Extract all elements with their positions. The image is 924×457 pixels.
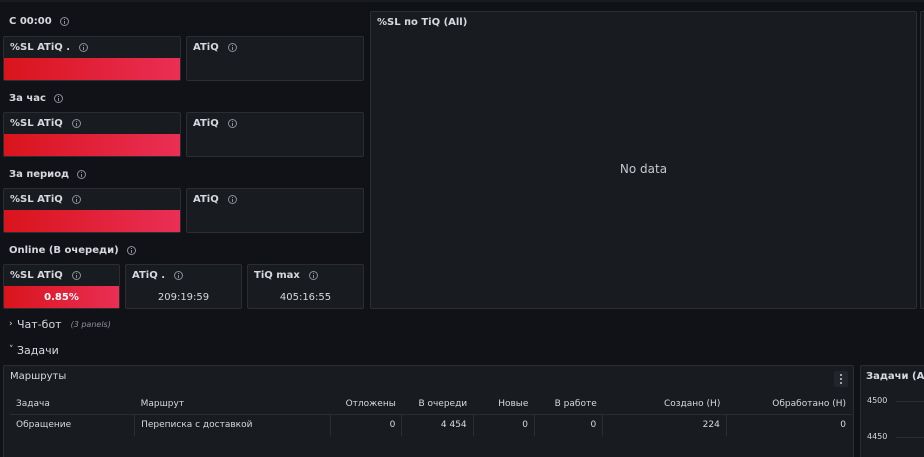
info-icon[interactable]: [79, 43, 89, 52]
panel-title: ATiQ: [193, 118, 237, 129]
info-icon[interactable]: [71, 195, 81, 204]
info-icon[interactable]: [71, 119, 81, 128]
no-data-message: No data: [619, 162, 668, 176]
bar-gauge: [4, 134, 180, 156]
panel-sl-by-tiq[interactable]: %SL по TiQ (All) No data: [370, 11, 917, 309]
sl-value: 0.85%: [44, 291, 79, 303]
panel-sl-atiq-online[interactable]: %SL ATiQ 0.85%: [3, 264, 120, 309]
table-cell: 0: [330, 414, 403, 436]
chevron-right-icon: ›: [9, 319, 13, 329]
column-header[interactable]: В работе: [534, 394, 603, 415]
table-header-row: Задача Маршрут Отложены В очереди Новые …: [10, 394, 852, 415]
panel-atiq-since-midnight[interactable]: ATiQ: [186, 36, 364, 81]
section-label-period: За период: [9, 169, 87, 180]
panel-tiq-max-online[interactable]: TiQ max 405:16:55: [247, 264, 364, 309]
table-cell: 0: [840, 420, 846, 431]
row-panel-count: (3 panels): [70, 319, 111, 329]
panel-atiq-online[interactable]: ATiQ . 209:19:59: [125, 264, 242, 309]
info-icon[interactable]: [53, 94, 63, 103]
top-divider: [0, 0, 924, 2]
grid-line: [896, 401, 924, 402]
panel-tasks-chart[interactable]: Задачи (All) 4500 4450: [860, 365, 924, 457]
panel-sl-atiq-period[interactable]: %SL ATiQ: [3, 188, 181, 233]
section-label-text: С 00:00: [9, 16, 52, 27]
tiq-max-value: 405:16:55: [279, 292, 332, 303]
panel-title: %SL ATiQ: [10, 270, 81, 281]
info-icon[interactable]: [59, 17, 69, 26]
panel-title: %SL ATiQ: [10, 194, 81, 205]
panel-sl-atiq-since-midnight[interactable]: %SL ATiQ .: [3, 36, 181, 81]
grid-line: [896, 437, 924, 438]
section-label-text: За период: [9, 169, 70, 180]
panel-sl-atiq-last-hour[interactable]: %SL ATiQ: [3, 112, 181, 157]
panel-title: %SL по TiQ (All): [377, 17, 468, 28]
column-header[interactable]: Маршрут: [134, 394, 331, 415]
row-title: Задачи: [17, 343, 59, 357]
atiq-value: 209:19:59: [157, 292, 210, 303]
column-header[interactable]: Задача: [10, 394, 135, 415]
panel-title: TiQ max: [254, 270, 318, 281]
chevron-down-icon: ˅: [9, 345, 14, 355]
table-cell: Обращение: [10, 414, 136, 436]
panel-title: %SL ATiQ .: [10, 42, 89, 53]
table-cell: 224: [602, 414, 727, 436]
panel-routes[interactable]: Маршруты Задача Маршрут Отложены В очере…: [3, 365, 854, 457]
panel-menu-button[interactable]: [834, 371, 848, 387]
table-cell: 4 454: [401, 414, 474, 436]
column-header[interactable]: Новые: [473, 394, 535, 415]
routes-table: Задача Маршрут Отложены В очереди Новые …: [10, 394, 852, 436]
info-icon[interactable]: [126, 246, 136, 255]
info-icon[interactable]: [227, 119, 237, 128]
panel-title: ATiQ: [193, 194, 237, 205]
section-label-online: Online (В очереди): [9, 245, 136, 256]
section-label-last-hour: За час: [9, 93, 63, 104]
panel-title: Задачи (All): [866, 371, 924, 382]
info-icon[interactable]: [227, 195, 237, 204]
panel-title: ATiQ: [193, 42, 237, 53]
info-icon[interactable]: [308, 271, 318, 280]
table-cell: 0: [473, 414, 535, 436]
row-tasks[interactable]: ˅ Задачи: [0, 339, 924, 361]
info-icon[interactable]: [174, 271, 183, 280]
table-cell: Переписка с доставкой: [134, 414, 331, 436]
info-icon[interactable]: [77, 170, 87, 179]
column-header[interactable]: Создано (Н): [602, 394, 727, 415]
panel-title: Маршруты: [10, 371, 67, 382]
section-label-text: Online (В очереди): [9, 245, 119, 256]
table-cell: 0: [534, 414, 604, 436]
table-row[interactable]: Обращение Переписка с доставкой 0 4 454 …: [10, 414, 852, 436]
info-icon[interactable]: [227, 43, 237, 52]
panel-atiq-period[interactable]: ATiQ: [186, 188, 364, 233]
bar-gauge: [4, 210, 180, 232]
y-tick-label: 4500: [867, 396, 888, 405]
y-tick-label: 4450: [867, 432, 888, 441]
column-header[interactable]: Обработано (Н): [726, 394, 852, 415]
panel-edge-right: [920, 11, 924, 309]
column-header[interactable]: Отложены: [330, 394, 402, 415]
bar-gauge: [4, 58, 180, 80]
row-title: Чат-бот: [17, 317, 62, 331]
section-label-text: За час: [9, 93, 46, 104]
panel-title: %SL ATiQ: [10, 118, 81, 129]
section-label-since-midnight: С 00:00: [9, 16, 69, 27]
panel-atiq-last-hour[interactable]: ATiQ: [186, 112, 364, 157]
panel-title: ATiQ .: [132, 270, 183, 281]
row-chatbot[interactable]: › Чат-бот (3 panels): [0, 313, 924, 335]
column-header[interactable]: В очереди: [401, 394, 474, 415]
info-icon[interactable]: [71, 271, 81, 280]
